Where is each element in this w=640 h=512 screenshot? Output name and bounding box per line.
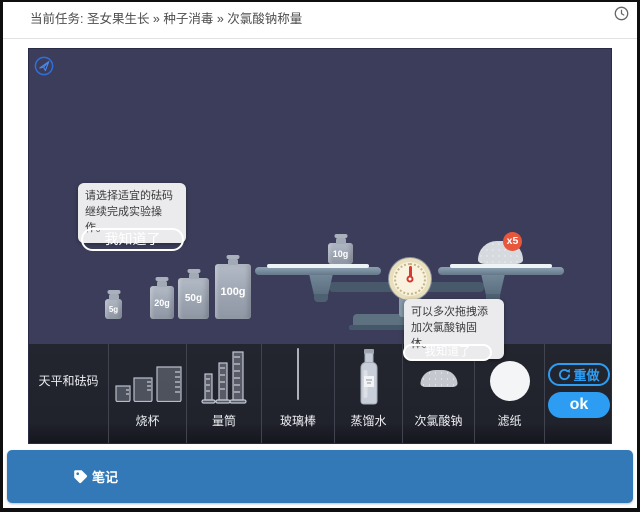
cylinders-icon [199,350,249,406]
task-breadcrumb: 当前任务: 圣女果生长 » 种子消毒 » 次氯酸钠称量 [30,0,302,39]
toolbar-actions-cell: 重做 ok [544,344,612,444]
weight-20g[interactable]: 20g [150,286,174,319]
got-it-button-powder[interactable]: 我知道了 [403,344,492,361]
toolbar-item-label: 滤纸 [475,412,544,429]
toolbar-category-cell: 天平和砝码 [29,344,108,444]
toolbar-item-beaker[interactable]: 烧杯 [108,344,186,444]
toolbar-item-label: 次氯酸钠 [403,412,474,429]
app-window: 当前任务: 圣女果生长 » 种子消毒 » 次氯酸钠称量 请选择适宜的砝码继续完成… [0,0,640,512]
notes-label: 笔记 [92,467,118,486]
toolbar-item-label: 烧杯 [109,412,186,429]
left-pan [255,267,381,275]
bottle-icon [354,349,384,406]
beakers-icon [113,358,183,402]
send-plane-icon[interactable] [34,56,54,76]
redo-label: 重做 [573,365,599,384]
left-pan-foot [314,294,328,302]
powder-count-badge: x5 [503,232,522,251]
got-it-button-weights[interactable]: 我知道了 [81,228,184,251]
dial-center [407,276,414,283]
apparatus-toolbar: 天平和砝码 烧杯 [29,344,612,444]
redo-icon [558,368,571,381]
weight-10g-on-pan[interactable]: 10g [328,243,353,264]
toolbar-item-label: 量筒 [187,412,261,429]
powder-mound-icon [420,370,457,387]
weight-50g[interactable]: 50g [178,278,209,319]
filter-paper-icon [490,361,530,401]
experiment-canvas: 请选择适宜的砝码继续完成实验操作。 我知道了 5g 20g 50g 100g 1… [28,48,612,444]
right-pan [438,267,564,275]
task-bar: 当前任务: 圣女果生长 » 种子消毒 » 次氯酸钠称量 [0,0,640,39]
notes-bar[interactable]: 笔记 [7,450,633,503]
toolbar-item-label: 玻璃棒 [262,412,334,429]
toolbar-item-glass-rod[interactable]: 玻璃棒 [261,344,334,444]
toolbar-item-cylinder[interactable]: 量筒 [186,344,261,444]
redo-button[interactable]: 重做 [548,363,610,386]
toolbar-item-distilled-water[interactable]: 蒸馏水 [334,344,402,444]
tag-icon [73,469,88,484]
glass-rod-icon [297,348,299,400]
weight-100g[interactable]: 100g [215,264,251,319]
toolbar-item-label: 蒸馏水 [335,412,402,429]
timer-clock-icon[interactable] [614,6,629,21]
weight-5g[interactable]: 5g [105,299,122,319]
ok-button[interactable]: ok [548,392,610,418]
toolbar-category-label: 天平和砝码 [29,344,108,416]
balance-dial [389,258,431,300]
left-pan-surface [267,264,369,268]
right-pan-surface [450,264,552,268]
